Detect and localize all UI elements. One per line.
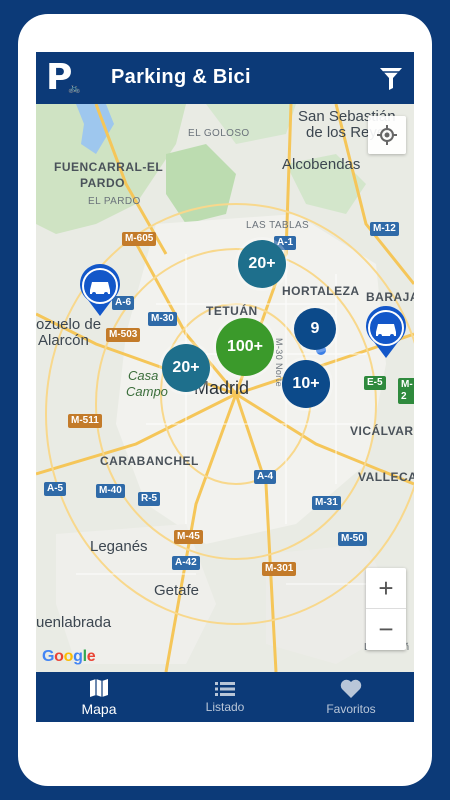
- road-m511: M-511: [68, 414, 102, 428]
- app-screen: P 🚲 Parking & Bici EL GOLOSO San Sebasti…: [36, 52, 414, 722]
- app-logo: P 🚲: [46, 58, 86, 98]
- bike-icon: 🚲: [68, 83, 81, 94]
- road-m12: M-12: [370, 222, 399, 236]
- google-letter: o: [63, 648, 74, 665]
- place-el-pardo: EL PARDO: [88, 196, 141, 207]
- place-fuencarral-1: FUENCARRAL-EL: [54, 160, 164, 174]
- parking-marker-icon[interactable]: [78, 264, 122, 318]
- parking-cluster[interactable]: 9: [294, 308, 336, 350]
- zoom-out-button[interactable]: −: [366, 609, 406, 649]
- parking-cluster[interactable]: 20+: [238, 240, 286, 288]
- google-letter: G: [42, 648, 55, 665]
- app-bar: P 🚲 Parking & Bici: [36, 52, 414, 104]
- google-letter: o: [54, 648, 64, 665]
- google-letter: e: [86, 648, 96, 665]
- road-e5: E-5: [364, 376, 386, 390]
- road-m2: M-2: [398, 378, 414, 404]
- nav-tab-label: Listado: [205, 699, 245, 714]
- road-m301: M-301: [262, 562, 297, 576]
- bottom-navigation: Mapa Listado Favoritos: [36, 672, 414, 722]
- map-icon: [90, 678, 108, 697]
- road-m50: M-50: [338, 532, 367, 546]
- place-casa-campo-2: Campo: [126, 384, 168, 399]
- place-vicalvaro: VICÁLVARO: [350, 424, 414, 438]
- road-m45: M-45: [174, 530, 203, 544]
- nav-tab-listado[interactable]: Listado: [162, 672, 288, 722]
- zoom-controls: + −: [366, 568, 406, 650]
- nav-tab-favoritos[interactable]: Favoritos: [288, 672, 414, 722]
- my-location-button[interactable]: [368, 116, 406, 154]
- filter-icon[interactable]: [378, 64, 404, 92]
- place-alcobendas: Alcobendas: [282, 156, 361, 173]
- road-a42: A-42: [172, 556, 200, 570]
- road-m30: M-30: [148, 312, 177, 326]
- place-tetuan: TETUÁN: [206, 304, 258, 318]
- zoom-in-button[interactable]: +: [366, 568, 406, 608]
- parking-cluster[interactable]: 100+: [216, 318, 274, 376]
- place-leganes: Leganés: [90, 538, 148, 555]
- road-a4: A-4: [254, 470, 277, 484]
- place-carabanchel: CARABANCHEL: [100, 454, 199, 468]
- place-fuencarral-2: PARDO: [80, 176, 125, 190]
- map-view[interactable]: EL GOLOSO San Sebastián de los Reyes FUE…: [36, 104, 414, 672]
- road-r5: R-5: [138, 492, 161, 506]
- phone-frame: P 🚲 Parking & Bici EL GOLOSO San Sebasti…: [18, 14, 432, 786]
- google-logo: Google: [42, 648, 96, 666]
- place-casa-campo-1: Casa: [128, 368, 159, 383]
- nav-tab-label: Favoritos: [326, 701, 376, 716]
- road-m40: M-40: [96, 484, 125, 498]
- place-barajas: BARAJAS: [366, 290, 414, 304]
- place-pozuelo-1: ozuelo de: [36, 316, 102, 333]
- place-el-goloso: EL GOLOSO: [188, 128, 250, 139]
- app-title: Parking & Bici: [111, 66, 251, 88]
- heart-icon: [340, 679, 362, 698]
- road-a5: A-5: [44, 482, 67, 496]
- place-hortaleza: HORTALEZA: [282, 284, 360, 298]
- road-m31: M-31: [312, 496, 341, 510]
- nav-tab-label: Mapa: [81, 700, 117, 717]
- road-m503: M-503: [106, 328, 141, 342]
- parking-cluster[interactable]: 20+: [162, 344, 210, 392]
- place-fuenlabrada: uenlabrada: [36, 614, 112, 631]
- parking-cluster[interactable]: 10+: [282, 360, 330, 408]
- road-m605: M-605: [122, 232, 157, 246]
- list-icon: [215, 681, 235, 696]
- parking-marker-icon[interactable]: [364, 306, 408, 360]
- place-pozuelo-2: Alarcón: [38, 332, 89, 349]
- google-letter: g: [73, 648, 83, 665]
- place-las-tablas: LAS TABLAS: [246, 220, 310, 231]
- place-vallecas: VALLECAS: [358, 470, 414, 484]
- place-getafe: Getafe: [154, 582, 200, 599]
- nav-tab-mapa[interactable]: Mapa: [36, 672, 162, 722]
- crosshair-icon: [377, 125, 397, 145]
